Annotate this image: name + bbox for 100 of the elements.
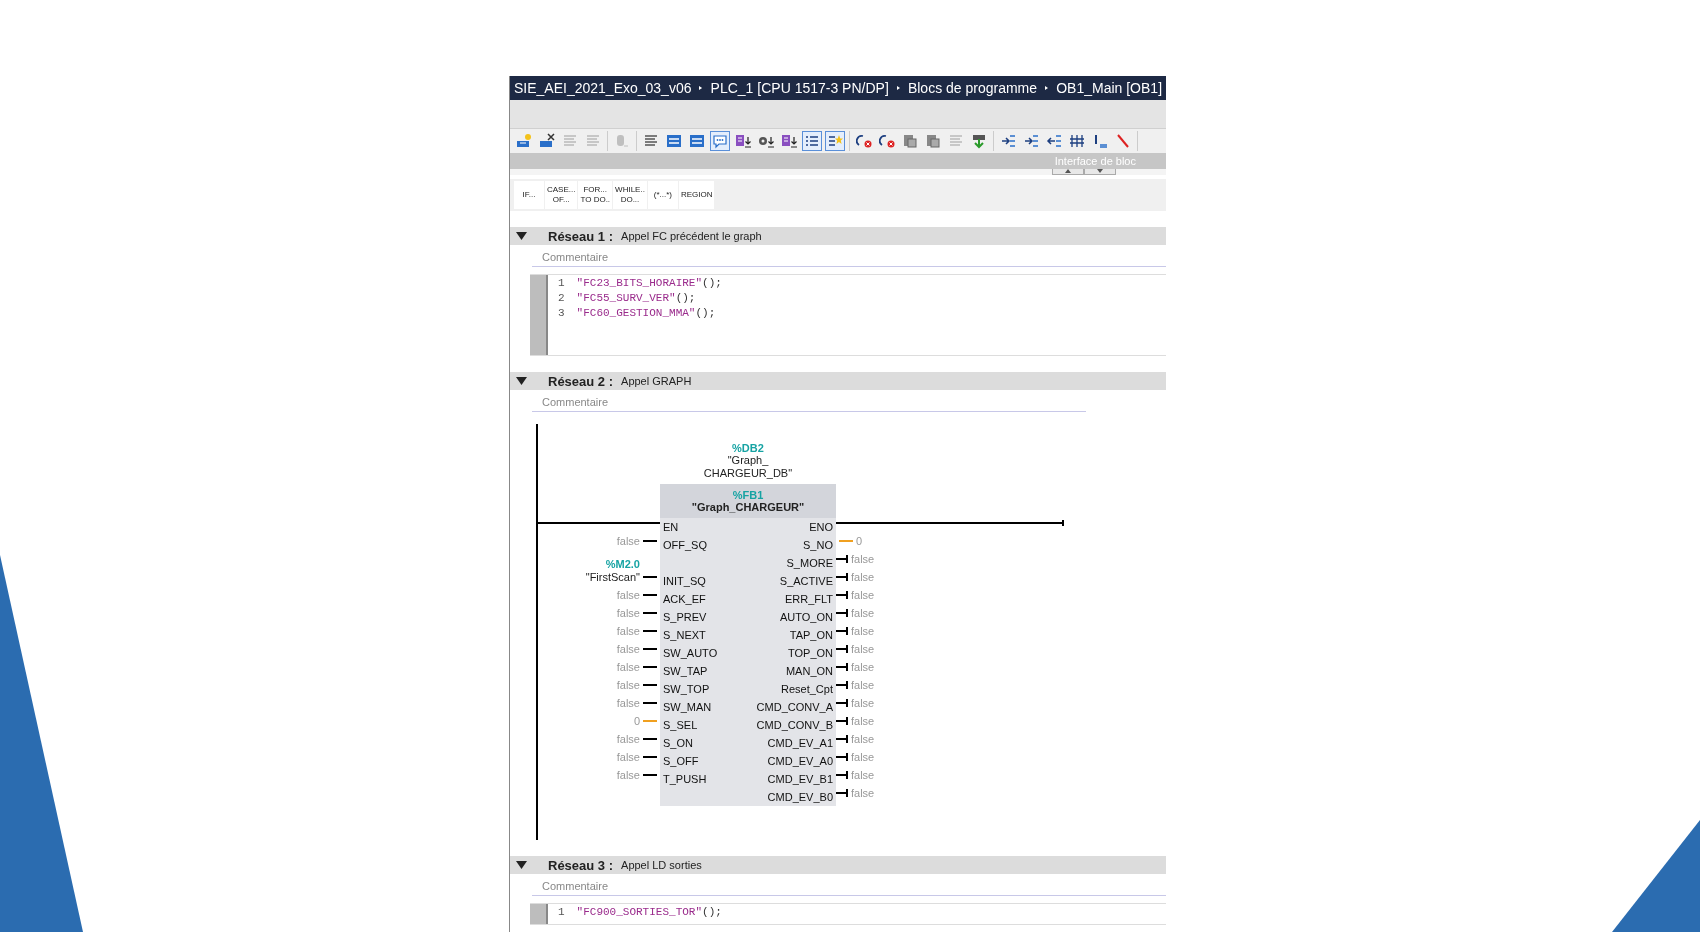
code-line: "FC23_BITS_HORAIRE"();	[576, 277, 722, 291]
pin-label: S_OFF	[663, 755, 699, 767]
list-icon[interactable]	[802, 131, 822, 151]
operand: false	[616, 733, 640, 745]
collapse-icon[interactable]	[516, 232, 527, 240]
operand: false	[851, 715, 875, 727]
wire	[836, 681, 848, 689]
operand: false	[851, 607, 875, 619]
wire	[839, 540, 853, 542]
wire	[836, 735, 848, 743]
triangle-icon	[1045, 84, 1049, 92]
pin-label: AUTO_ON	[780, 611, 833, 623]
function-block[interactable]	[660, 484, 836, 806]
wire	[643, 576, 657, 578]
wire	[643, 666, 657, 668]
pin-label: S_ON	[663, 737, 693, 749]
operand: 0	[856, 535, 863, 547]
operand: false	[616, 751, 640, 763]
instruction-button[interactable]: IF...	[514, 181, 544, 209]
code-line: "FC55_SURV_VER"();	[576, 292, 696, 306]
wire	[643, 774, 657, 776]
pin-label: CMD_CONV_A	[756, 701, 833, 713]
instruction-button[interactable]: FOR... TO DO..	[578, 181, 613, 209]
operand: false	[851, 571, 875, 583]
network-description: Appel GRAPH	[621, 375, 692, 387]
pin-label: CMD_EV_B0	[767, 791, 833, 803]
splitter-handle[interactable]	[1052, 169, 1084, 175]
pin-label: SW_TAP	[663, 665, 708, 677]
pin-label: S_ACTIVE	[779, 575, 833, 587]
wire	[643, 648, 657, 650]
pin-label: CMD_EV_A0	[767, 755, 833, 767]
pin-label: SW_AUTO	[663, 647, 718, 659]
speech-bubble-icon[interactable]	[710, 131, 730, 151]
operand: false	[851, 625, 875, 637]
star-list-icon[interactable]	[825, 131, 845, 151]
editor-gutter	[530, 904, 548, 924]
collapse-icon[interactable]	[516, 377, 527, 385]
comment-field[interactable]: Commentaire	[532, 874, 1166, 896]
pin-label: CMD_EV_A1	[767, 737, 833, 749]
splitter-handle[interactable]	[1084, 169, 1116, 175]
network-title: Réseau 2 :	[548, 373, 614, 389]
wire	[643, 540, 657, 542]
code-editor[interactable]: 1 "FC23_BITS_HORAIRE"(); 2 "FC55_SURV_VER"(); 3 "FC60_GESTION_MMA"();	[530, 274, 1166, 356]
operand: false	[851, 589, 875, 601]
wire	[836, 789, 848, 797]
line-number: 1	[558, 906, 565, 920]
line-number: 2	[558, 292, 565, 306]
operand: false	[851, 697, 875, 709]
wire	[836, 699, 848, 707]
network-description: Appel FC précédent le graph	[621, 230, 762, 242]
operand: false	[616, 769, 640, 781]
pin-label: CMD_CONV_B	[756, 719, 833, 731]
code-editor[interactable]: 1 "FC900_SORTIES_TOR"();	[530, 903, 1166, 925]
comment-field[interactable]: Commentaire	[532, 390, 1086, 412]
pin-label: T_PUSH	[663, 773, 707, 785]
breadcrumb-item[interactable]: Blocs de programme	[907, 80, 1038, 96]
operand: "FirstScan"	[585, 571, 640, 583]
triangle-icon	[896, 84, 900, 92]
breadcrumb-item[interactable]: SIE_AEI_2021_Exo_03_v06	[514, 80, 692, 96]
pin-label: Reset_Cpt	[781, 683, 833, 695]
pin-label: ACK_EF	[663, 593, 706, 605]
instruction-button[interactable]: REGION	[678, 181, 715, 209]
operand: false	[851, 787, 875, 799]
operand: false	[851, 679, 875, 691]
pin-label: MAN_ON	[785, 665, 833, 677]
wire	[643, 684, 657, 686]
pin-label: S_NO	[803, 539, 833, 551]
breadcrumb-item[interactable]: PLC_1 [CPU 1517-3 PN/DP]	[710, 80, 889, 96]
collapse-icon[interactable]	[516, 861, 527, 869]
pin-label: INIT_SQ	[663, 575, 706, 587]
wire	[643, 594, 657, 596]
wire	[643, 612, 657, 614]
operand: false	[851, 553, 875, 565]
operand: false	[616, 661, 640, 673]
pin-label: OFF_SQ	[663, 539, 707, 551]
network-title: Réseau 3 :	[548, 857, 614, 873]
wire	[836, 663, 848, 671]
pin-label: ENO	[809, 521, 833, 533]
wire	[643, 630, 657, 632]
operand: false	[616, 625, 640, 637]
pin-label: ERR_FLT	[784, 593, 833, 605]
instance-address: %DB2	[732, 442, 764, 454]
pin-label: SW_TOP	[663, 683, 710, 695]
instruction-button[interactable]: CASE... OF...	[545, 181, 578, 209]
pin-label: TOP_ON	[787, 647, 833, 659]
pin-label: SW_MAN	[663, 701, 712, 713]
instruction-button[interactable]: WHILE.. DO...	[613, 181, 647, 209]
wire	[836, 771, 848, 779]
wire	[836, 753, 848, 761]
panel-title: Interface de bloc	[1054, 155, 1136, 167]
comment-field[interactable]: Commentaire	[532, 245, 1166, 267]
breadcrumb-item[interactable]: OB1_Main [OB1]	[1056, 80, 1162, 96]
operand: false	[616, 607, 640, 619]
operand: false	[851, 769, 875, 781]
wire	[836, 717, 848, 725]
pin-label: S_PREV	[663, 611, 707, 623]
instance-name: "Graph_ CHARGEUR_DB"	[703, 454, 793, 480]
tag-address: %M2.0	[605, 558, 640, 570]
instruction-button[interactable]: (*...*)	[647, 181, 678, 209]
wire	[836, 573, 848, 581]
